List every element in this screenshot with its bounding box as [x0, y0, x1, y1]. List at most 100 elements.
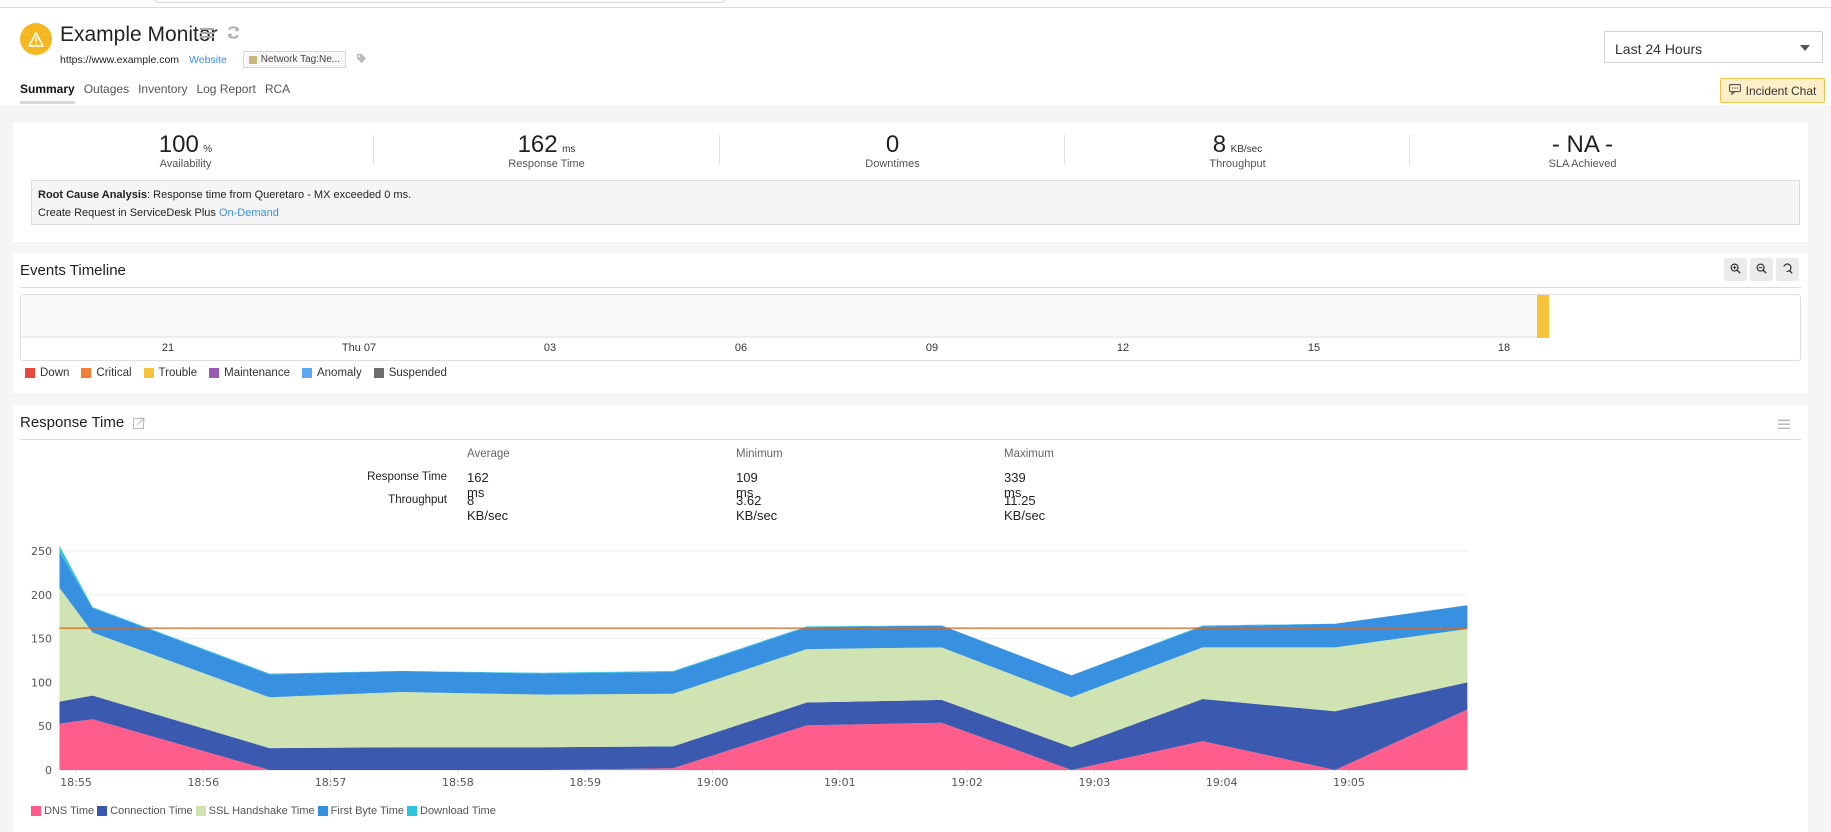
- rca-text: : Response time from Queretaro - MX exce…: [147, 189, 412, 201]
- metric-throughput: 8 KB/sec Throughput: [1065, 131, 1410, 170]
- timeline-tick: 06: [734, 342, 748, 354]
- tag-label: Network Tag:Ne...: [260, 54, 341, 65]
- chart-menu-icon[interactable]: [1778, 417, 1790, 435]
- x-tick-label: 18:57: [315, 776, 347, 789]
- metric-value: - NA -: [1551, 131, 1614, 158]
- time-range-value: Last 24 Hours: [1615, 41, 1703, 57]
- legend-down[interactable]: Down: [25, 367, 69, 379]
- incident-chat-button[interactable]: Incident Chat: [1720, 78, 1825, 103]
- zoom-in-button[interactable]: [1724, 258, 1747, 281]
- menu-icon[interactable]: [200, 26, 214, 44]
- legend-swatch: [97, 806, 108, 816]
- legend-suspended[interactable]: Suspended: [373, 367, 447, 379]
- legend-label: Down: [40, 367, 70, 379]
- legend-label: Download Time: [420, 805, 496, 817]
- network-tag[interactable]: Network Tag:Ne...: [242, 51, 347, 68]
- metric-availability: 100 % Availability: [13, 131, 358, 170]
- legend-label: Critical: [96, 367, 132, 379]
- legend-label: DNS Time: [44, 805, 95, 817]
- metric-sla: - NA - SLA Achieved: [1410, 131, 1755, 170]
- reset-zoom-button[interactable]: [1776, 258, 1799, 281]
- stats-cell: 11.25 KB/sec: [1004, 493, 1046, 523]
- tab-log-report[interactable]: Log Report: [196, 82, 255, 104]
- zoom-out-icon: [1756, 261, 1767, 279]
- stats-cell: 3.62 KB/sec: [736, 493, 778, 523]
- legend-item[interactable]: First Byte Time: [317, 805, 404, 817]
- stats-header: Minimum: [736, 448, 783, 460]
- x-tick-label: 18:55: [60, 776, 92, 789]
- legend-swatch: [407, 806, 417, 816]
- legend-swatch: [31, 806, 41, 816]
- x-tick-label: 19:04: [1206, 776, 1238, 789]
- response-time-title: Response Time: [20, 414, 125, 431]
- metric-label: Availability: [159, 158, 212, 170]
- timeline-event-trouble[interactable]: [1537, 295, 1549, 338]
- metric-value: 162: [517, 131, 558, 158]
- stats-header: Maximum: [1004, 448, 1054, 460]
- events-timeline-chart[interactable]: 21 Thu 07 03 06 09 12 15 18: [20, 294, 1801, 361]
- x-tick-label: 18:58: [442, 776, 474, 789]
- reset-zoom-icon: [1782, 261, 1793, 279]
- zoom-in-icon: [1730, 261, 1741, 279]
- metric-value: 100: [158, 131, 199, 158]
- on-demand-link[interactable]: On-Demand: [219, 207, 279, 219]
- metric-unit: KB/sec: [1230, 144, 1263, 155]
- metric-label: Throughput: [1209, 158, 1266, 170]
- legend-swatch: [317, 806, 328, 816]
- legend-critical[interactable]: Critical: [81, 367, 132, 379]
- legend-item[interactable]: SSL Handshake Time: [195, 805, 315, 817]
- monitor-tabs: Summary Outages Inventory Log Report RCA: [20, 82, 290, 104]
- timeline-tick: 09: [925, 342, 939, 354]
- legend-item[interactable]: DNS Time: [31, 805, 94, 817]
- x-tick-label: 18:56: [187, 776, 219, 789]
- tab-outages[interactable]: Outages: [84, 82, 129, 104]
- legend-anomaly[interactable]: Anomaly: [301, 367, 362, 379]
- timeline-tick: 15: [1307, 342, 1321, 354]
- tag-icon[interactable]: [356, 53, 367, 67]
- tab-summary[interactable]: Summary: [20, 82, 75, 104]
- stats-row-label: Throughput: [388, 494, 447, 506]
- tab-inventory[interactable]: Inventory: [138, 82, 187, 104]
- rca-label: Root Cause Analysis: [38, 189, 148, 201]
- legend-label: Trouble: [158, 367, 198, 379]
- time-range-select[interactable]: Last 24 Hours: [1604, 31, 1823, 63]
- x-tick-label: 18:59: [569, 776, 601, 789]
- zoom-out-button[interactable]: [1750, 258, 1773, 281]
- tag-color-swatch: [248, 55, 257, 64]
- response-time-card: Response Time Average Minimum Maximum Re…: [13, 405, 1808, 832]
- x-tick-label: 19:03: [1079, 776, 1111, 789]
- rca-request-text: Create Request in ServiceDesk Plus: [38, 207, 219, 219]
- legend-swatch: [301, 368, 312, 378]
- legend-label: SSL Handshake Time: [208, 805, 315, 817]
- stats-header: Average: [467, 448, 510, 460]
- legend-swatch: [81, 368, 92, 378]
- legend-maintenance[interactable]: Maintenance: [209, 367, 290, 379]
- x-tick-label: 19:02: [951, 776, 983, 789]
- metric-response-time: 162 ms Response Time: [374, 131, 719, 170]
- y-tick-label: 200: [31, 589, 52, 602]
- global-search-box[interactable]: [155, 0, 725, 3]
- legend-swatch: [209, 368, 220, 378]
- metric-label: SLA Achieved: [1548, 158, 1617, 170]
- tab-rca[interactable]: RCA: [265, 82, 290, 104]
- metric-value: 0: [885, 131, 900, 158]
- root-cause-analysis-box: Root Cause Analysis: Response time from …: [31, 180, 1800, 225]
- events-legend: Down Critical Trouble Maintenance Anomal…: [25, 367, 447, 379]
- trouble-status-icon: [20, 23, 52, 55]
- legend-swatch: [373, 368, 384, 378]
- legend-item[interactable]: Connection Time: [97, 805, 193, 817]
- section-divider: [20, 287, 1801, 288]
- legend-trouble[interactable]: Trouble: [143, 367, 198, 379]
- monitor-type-link[interactable]: Website: [189, 54, 227, 66]
- chevron-down-icon: [1800, 45, 1810, 51]
- y-tick-label: 150: [31, 633, 52, 646]
- export-icon[interactable]: [133, 416, 145, 434]
- timeline-tick: 18: [1497, 342, 1511, 354]
- legend-item[interactable]: Download Time: [407, 805, 496, 817]
- metric-unit: ms: [562, 144, 576, 155]
- metric-label: Response Time: [508, 158, 585, 170]
- refresh-icon[interactable]: [226, 25, 241, 45]
- y-tick-label: 50: [38, 720, 52, 733]
- response-time-chart[interactable]: 0 50 100 150 200 250 18:55 18:56 18:57 18:58 18:59…: [13, 525, 1513, 795]
- events-timeline-card: Events Timeline 21 Thu 07 03 06 09 12 15…: [13, 253, 1808, 393]
